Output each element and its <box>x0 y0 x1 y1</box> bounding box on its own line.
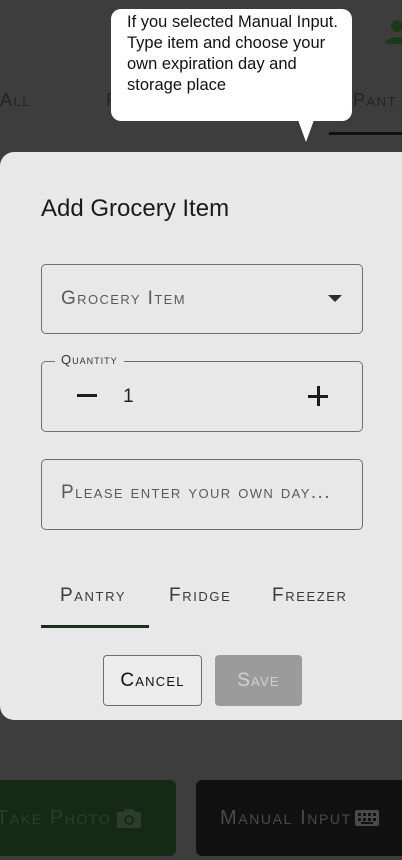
storage-tab-indicator <box>41 625 149 628</box>
tab-indicator <box>329 132 402 135</box>
minus-icon[interactable] <box>77 394 97 397</box>
tooltip-arrow <box>298 120 314 142</box>
expiration-day-input[interactable]: Please enter your own day... <box>41 459 363 530</box>
add-grocery-dialog: Add Grocery Item Grocery Item Quantity 1… <box>0 152 402 720</box>
help-tooltip: If you selected Manual Input. Type item … <box>111 9 352 121</box>
take-photo-button[interactable]: Take Photo <box>0 780 176 856</box>
manual-input-button[interactable]: Manual Input <box>196 780 402 856</box>
grocery-item-select[interactable]: Grocery Item <box>41 264 363 334</box>
dialog-title: Add Grocery Item <box>41 195 230 222</box>
quantity-stepper: Quantity 1 <box>41 352 363 432</box>
tab-freezer-storage[interactable]: Freezer <box>272 585 348 607</box>
tab-all[interactable]: All <box>0 90 31 111</box>
grocery-item-label: Grocery Item <box>61 288 186 309</box>
camera-icon <box>117 809 142 828</box>
cancel-button[interactable]: Cancel <box>103 655 202 706</box>
dropdown-caret-icon <box>328 295 342 302</box>
tab-fridge-storage[interactable]: Fridge <box>169 585 231 607</box>
save-button[interactable]: Save <box>215 655 302 706</box>
quantity-label: Quantity <box>55 352 124 367</box>
user-icon[interactable] <box>384 18 402 44</box>
expiration-day-placeholder: Please enter your own day... <box>61 482 331 503</box>
take-photo-label: Take Photo <box>0 806 112 829</box>
tab-pantry-storage[interactable]: Pantry <box>60 585 126 607</box>
plus-icon[interactable] <box>308 386 328 406</box>
tooltip-text: If you selected Manual Input. Type item … <box>127 13 338 94</box>
manual-input-label: Manual Input <box>220 806 352 829</box>
tab-pantry[interactable]: Pant <box>353 90 397 111</box>
quantity-value[interactable]: 1 <box>123 386 134 408</box>
keyboard-icon <box>354 810 379 826</box>
